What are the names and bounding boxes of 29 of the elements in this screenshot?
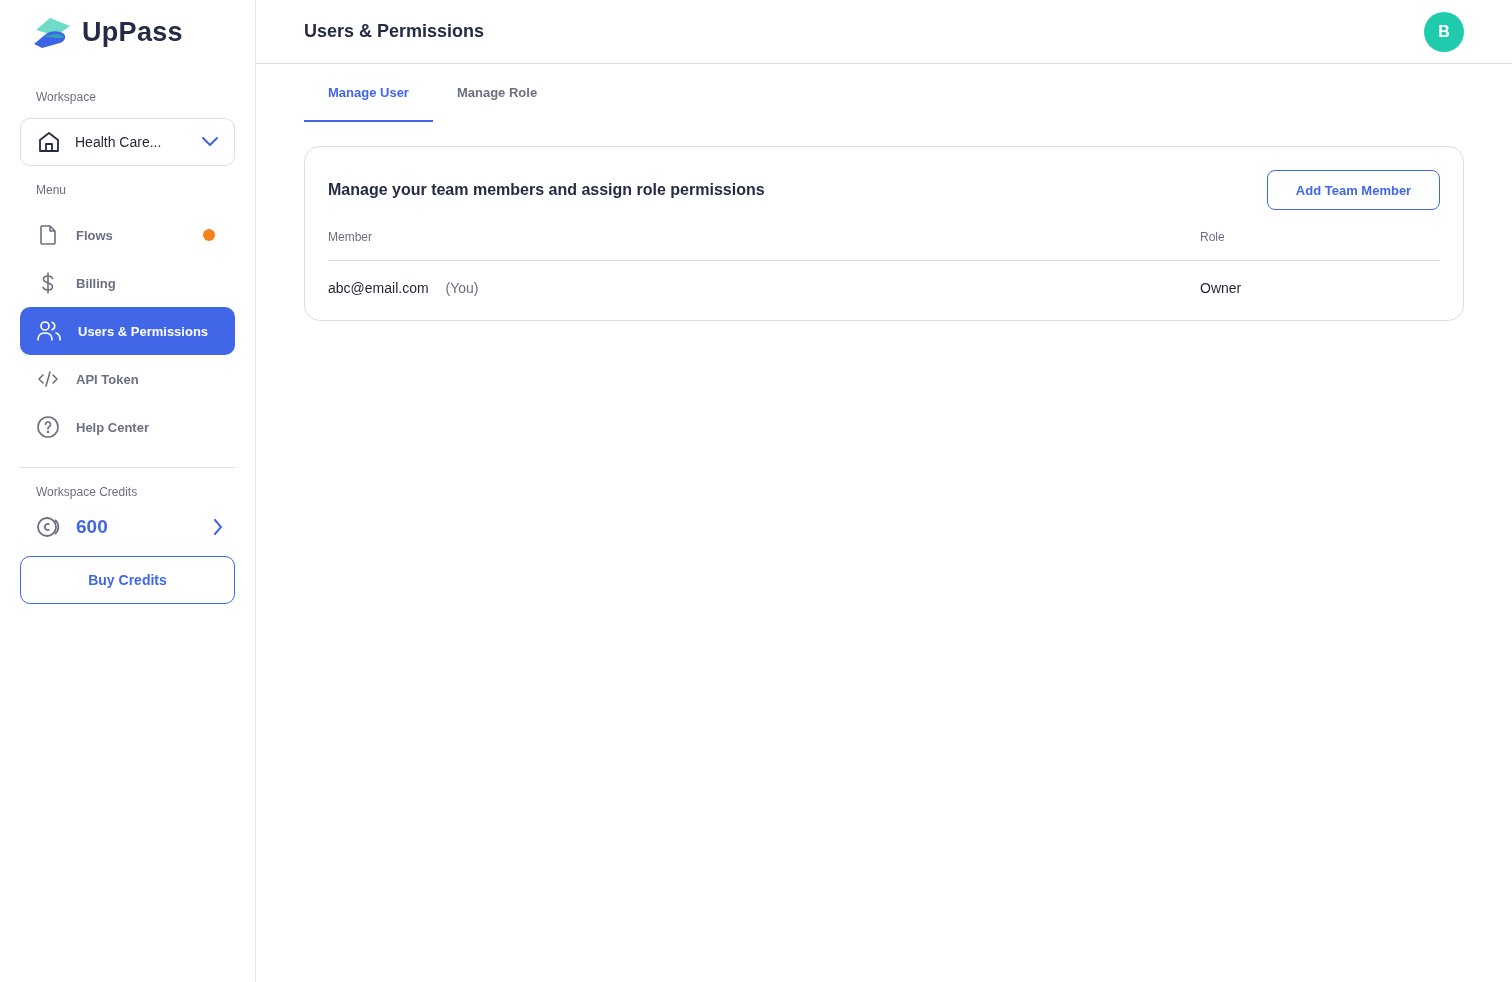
- coin-icon: [36, 515, 60, 539]
- tab[interactable]: Manage User: [304, 64, 433, 122]
- you-label: (You): [445, 280, 479, 296]
- menu-item[interactable]: Billing: [20, 259, 235, 307]
- menu-item[interactable]: API Token: [20, 355, 235, 403]
- logo-icon: [34, 16, 72, 48]
- add-team-member-button[interactable]: Add Team Member: [1267, 170, 1440, 210]
- menu-item[interactable]: Flows: [20, 211, 235, 259]
- menu-item[interactable]: Help Center: [20, 403, 235, 451]
- page-title: Users & Permissions: [304, 21, 486, 42]
- chevron-right-icon[interactable]: [213, 519, 223, 535]
- workspace-dropdown[interactable]: Health Care...: [20, 118, 235, 166]
- home-icon: [37, 130, 61, 154]
- tab[interactable]: Manage Role: [432, 64, 562, 122]
- member-email: abc@email.com: [328, 280, 429, 296]
- brand-name: UpPass: [82, 16, 183, 48]
- section-label: Workspace Credits: [35, 485, 139, 499]
- section-label: Workspace: [35, 90, 97, 104]
- credits-amount: 600: [76, 516, 109, 538]
- column-header: Role: [1200, 230, 1440, 261]
- menu-item[interactable]: Users & Permissions: [20, 307, 235, 355]
- help-icon: [36, 415, 60, 439]
- section-label: Menu: [35, 183, 68, 197]
- card-title: Manage your team members and assign role permissions: [328, 181, 765, 199]
- users-icon: [36, 319, 62, 343]
- buy-credits-button[interactable]: Buy Credits: [20, 556, 235, 604]
- chevron-down-icon: [202, 137, 218, 147]
- role-text: Owner: [1200, 280, 1242, 296]
- column-header: Member: [328, 230, 1200, 261]
